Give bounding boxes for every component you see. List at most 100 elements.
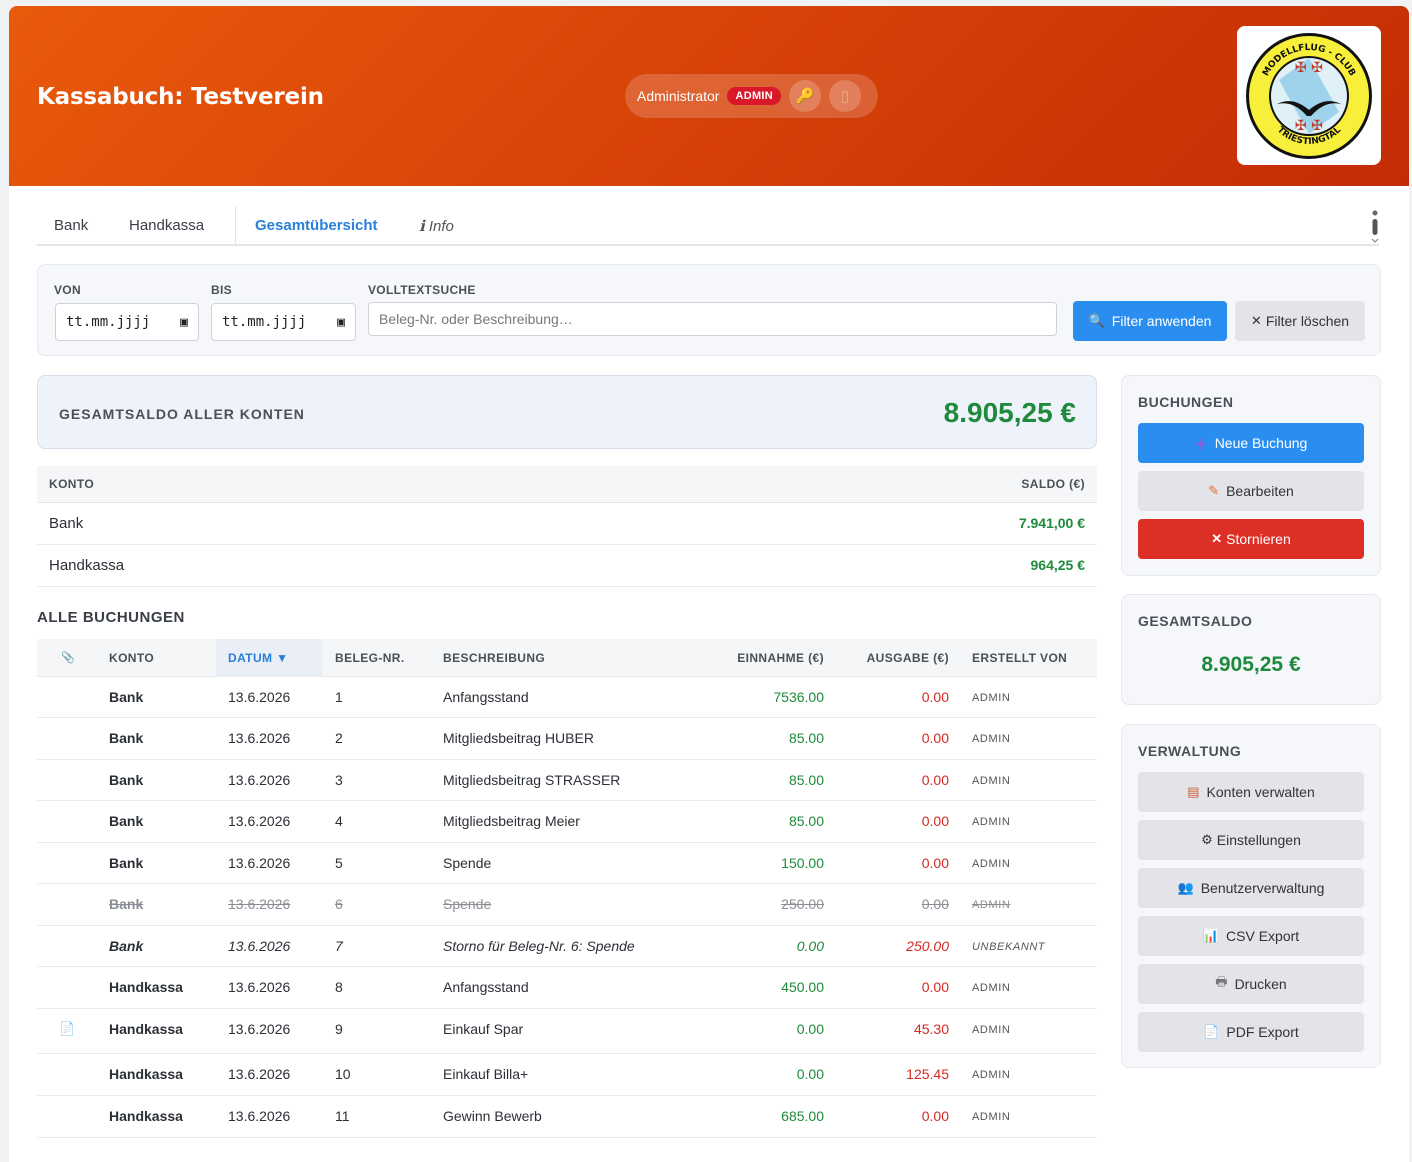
tab-scroll-indicator[interactable] (1371, 208, 1379, 244)
print-button[interactable]: 🖶 Drucken (1138, 964, 1364, 1004)
account-saldo: 7.941,00 € (1018, 515, 1085, 531)
cell-beleg: 3 (335, 771, 343, 788)
user-management-button[interactable]: 👥 Benutzerverwaltung (1138, 868, 1364, 908)
account-name: Bank (49, 515, 84, 532)
bookings-title: ALLE BUCHUNGEN (37, 609, 185, 626)
logout-door-icon[interactable]: ▯ (829, 80, 862, 112)
cell-konto: Bank (109, 937, 144, 954)
von-label: VON (54, 283, 81, 297)
cell-beleg: 8 (335, 979, 343, 995)
edit-button[interactable]: ✎ Bearbeiten (1138, 471, 1364, 511)
table-row[interactable]: Bank 13.6.2026 1 Anfangsstand 7536.00 0.00 ADM… (37, 677, 1097, 718)
cancel-booking-button[interactable]: ✕ Stornieren (1138, 519, 1364, 559)
cell-ausgabe: 250.00 (906, 937, 949, 954)
table-row[interactable]: Bank 13.6.2026 3 Mitgliedsbeitrag STRASSER 8… (37, 760, 1097, 801)
cell-datum: 13.6.2026 (228, 979, 291, 995)
col-beleg[interactable]: BELEG-NR. (335, 651, 405, 665)
total-balance-value: 8.905,25 € (943, 397, 1076, 428)
users-icon: 👥 (1177, 880, 1194, 895)
bar-chart-icon: 📊 (1202, 928, 1220, 943)
cell-einnahme: 150.00 (781, 854, 824, 871)
col-erstellt-von[interactable]: ERSTELLT VON (972, 651, 1067, 665)
cell-erstellt-von: ADMIN (972, 1068, 1011, 1081)
table-row[interactable]: Handkassa 13.6.2026 11 Gewinn Bewerb 685.00 0… (37, 1096, 1097, 1138)
cell-datum: 13.6.2026 (228, 854, 291, 871)
calendar-icon[interactable]: ▣ (180, 315, 188, 330)
von-date-input[interactable]: tt.mm.jjjj ▣ (55, 303, 199, 341)
calendar-icon[interactable]: ▣ (337, 315, 345, 330)
table-row[interactable]: Handkassa 13.6.2026 8 Anfangsstand 450.00 0.0… (37, 967, 1097, 1009)
cell-konto: Handkassa (109, 1020, 183, 1037)
new-booking-label: Neue Buchung (1214, 435, 1308, 451)
cell-datum: 13.6.2026 (228, 771, 291, 788)
tab-gesamtuebersicht[interactable]: Gesamtübersicht (255, 217, 378, 234)
col-attachment[interactable]: 📎 (61, 651, 75, 664)
col-ausgabe[interactable]: AUSGABE (€) (867, 651, 949, 665)
cell-beleg: 7 (335, 937, 343, 954)
filter-apply-button[interactable]: 🔍 Filter anwenden (1073, 301, 1227, 341)
cell-erstellt-von: ADMIN (972, 1023, 1011, 1036)
col-beschreibung[interactable]: BESCHREIBUNG (443, 651, 545, 665)
cell-einnahme: 85.00 (788, 813, 824, 829)
cell-konto: Bank (109, 689, 144, 705)
cell-datum: 13.6.2026 (228, 1107, 291, 1124)
cell-erstellt-von: ADMIN (972, 733, 1011, 745)
table-row[interactable]: Bank 13.6.2026 2 Mitgliedsbeitrag HUBER 85.0… (37, 718, 1097, 760)
administration-panel: VERWALTUNG ▤ Konten verwalten ⚙ Einstell… (1121, 724, 1381, 1068)
cell-beleg: 1 (335, 689, 343, 705)
cell-konto: Bank (109, 896, 144, 912)
csv-export-label: CSV Export (1226, 928, 1300, 944)
key-icon[interactable]: 🔑 (789, 80, 822, 112)
table-row[interactable]: Bank 13.6.2026 7 Storno für Beleg-Nr. 6: Sp… (37, 926, 1097, 967)
cell-einnahme: 685.00 (781, 1107, 824, 1124)
search-input[interactable]: Beleg-Nr. oder Beschreibung… (368, 302, 1057, 336)
cell-erstellt-von: UNBEKANNT (972, 940, 1046, 953)
new-booking-button[interactable]: ＋ Neue Buchung (1138, 423, 1364, 463)
pdf-export-button[interactable]: 📄 PDF Export (1138, 1012, 1364, 1052)
bis-label: BIS (211, 283, 232, 297)
filter-apply-label: Filter anwenden (1111, 313, 1212, 329)
attachment-icon[interactable]: 📄 (59, 1021, 75, 1037)
table-row[interactable]: Handkassa 13.6.2026 10 Einkauf Billa+ 0.00 12… (37, 1054, 1097, 1096)
total-balance-panel-title: GESAMTSALDO (1138, 613, 1253, 629)
cell-beleg: 5 (335, 854, 343, 871)
manage-accounts-button[interactable]: ▤ Konten verwalten (1138, 772, 1364, 812)
cell-beschreibung: Einkauf Billa+ (443, 1065, 529, 1082)
svg-text:✠ ✠: ✠ ✠ (1295, 60, 1323, 76)
cell-beleg: 2 (335, 730, 343, 746)
total-balance-panel: GESAMTSALDO 8.905,25 € (1121, 594, 1381, 705)
cell-ausgabe: 0.00 (921, 730, 949, 746)
bookings-actions-title: BUCHUNGEN (1138, 394, 1234, 410)
tab-bank[interactable]: Bank (54, 217, 88, 234)
cell-einnahme: 0.00 (796, 937, 824, 954)
filter-clear-button[interactable]: ✕ Filter löschen (1235, 301, 1365, 341)
cell-ausgabe: 125.45 (906, 1065, 949, 1082)
total-balance-panel-value: 8.905,25 € (1201, 653, 1301, 676)
cell-datum: 13.6.2026 (228, 730, 291, 746)
bis-date-input[interactable]: tt.mm.jjjj ▣ (211, 303, 356, 341)
account-row[interactable]: Handkassa 964,25 € (37, 545, 1097, 587)
tab-handkassa[interactable]: Handkassa (129, 217, 204, 234)
table-row[interactable]: Bank 13.6.2026 4 Mitgliedsbeitrag Meier 85.0… (37, 801, 1097, 843)
col-konto[interactable]: KONTO (109, 651, 154, 665)
table-row[interactable]: Bank 13.6.2026 6 Spende 250.00 0.00 ADMIN (37, 884, 1097, 926)
tab-info[interactable]: ℹ Info (419, 217, 454, 235)
total-balance-label: GESAMTSALDO ALLER KONTEN (59, 406, 305, 422)
table-row[interactable]: Bank 13.6.2026 5 Spende 150.00 0.00 ADMIN (37, 843, 1097, 884)
bookings-table-header: 📎 KONTO DATUM ▼ BELEG-NR. BESCHREIBUNG E… (37, 639, 1097, 677)
cell-einnahme: 0.00 (796, 1020, 824, 1037)
total-balance-card: GESAMTSALDO ALLER KONTEN 8.905,25 € (37, 375, 1097, 449)
cell-konto: Bank (109, 854, 144, 871)
cell-beschreibung: Anfangsstand (443, 689, 529, 705)
csv-export-button[interactable]: 📊 CSV Export (1138, 916, 1364, 956)
col-datum[interactable]: DATUM ▼ (228, 651, 288, 665)
app-window: Kassabuch: Testverein Administrator ADMI… (9, 6, 1409, 1162)
cell-ausgabe: 0.00 (921, 689, 949, 705)
account-row[interactable]: Bank 7.941,00 € (37, 503, 1097, 545)
cell-konto: Bank (109, 771, 144, 788)
printer-icon: 🖶 (1215, 974, 1228, 989)
settings-button[interactable]: ⚙ Einstellungen (1138, 820, 1364, 860)
col-einnahme[interactable]: EINNAHME (€) (737, 651, 824, 665)
table-row[interactable]: 📄 Handkassa 13.6.2026 9 Einkauf Spar 0.00 45.3… (37, 1009, 1097, 1054)
cell-erstellt-von: ADMIN (972, 1110, 1011, 1123)
